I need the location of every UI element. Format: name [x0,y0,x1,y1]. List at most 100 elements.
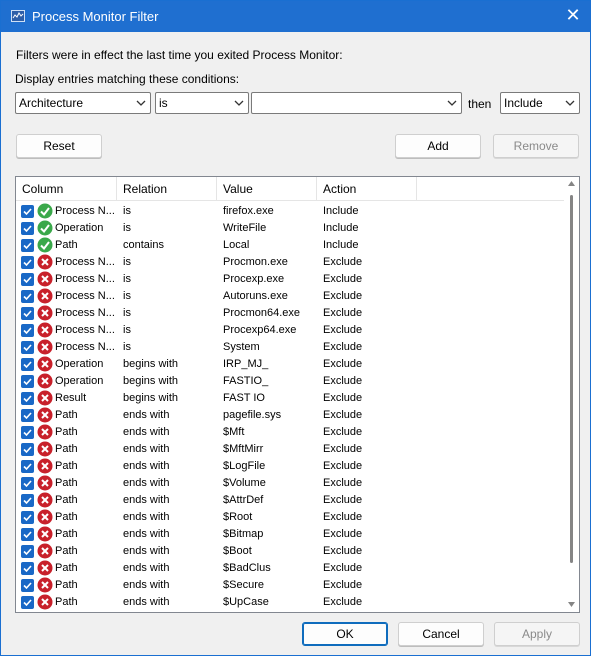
red-x-icon [37,441,53,457]
row-checkbox[interactable] [21,511,34,524]
table-row[interactable]: Process N... is firefox.exe Include [16,203,564,220]
relation-select[interactable]: is [155,92,249,114]
table-row[interactable]: Result begins with FAST IO Exclude [16,390,564,407]
row-checkbox[interactable] [21,443,34,456]
checkmark-icon [23,344,32,352]
table-row[interactable]: Path ends with $Volume Exclude [16,475,564,492]
row-checkbox[interactable] [21,341,34,354]
checkmark-icon [23,599,32,607]
row-column: Operation [55,375,104,387]
column-header-value[interactable]: Value [217,177,317,201]
row-relation: begins with [123,392,179,404]
row-checkbox[interactable] [21,409,34,422]
table-row[interactable]: Path ends with pagefile.sys Exclude [16,407,564,424]
value-combobox[interactable] [251,92,462,114]
row-checkbox[interactable] [21,494,34,507]
table-row[interactable]: Path ends with $BadClus Exclude [16,560,564,577]
cancel-button[interactable]: Cancel [398,622,484,646]
row-action: Exclude [323,528,363,540]
checkmark-icon [23,310,32,318]
table-row[interactable]: Process N... is Procmon.exe Exclude [16,254,564,271]
row-column: Operation [55,222,104,234]
row-relation: ends with [123,596,170,608]
column-header-column[interactable]: Column [16,177,117,201]
row-action: Exclude [323,494,363,506]
row-checkbox[interactable] [21,307,34,320]
close-icon: ✕ [565,5,581,26]
row-value: pagefile.sys [223,409,282,421]
row-checkbox[interactable] [21,460,34,473]
reset-button[interactable]: Reset [16,134,102,158]
filter-rows: Process N... is firefox.exe Include Operatio… [16,203,564,611]
filter-list[interactable]: Column Relation Value Action Process N..… [15,176,580,613]
checkmark-icon [23,514,32,522]
table-row[interactable]: Process N... is Procexp64.exe Exclude [16,322,564,339]
table-row[interactable]: Path ends with $Root Exclude [16,509,564,526]
close-button[interactable]: ✕ [556,1,590,32]
column-header-action[interactable]: Action [317,177,417,201]
checkmark-icon [23,463,32,471]
row-value: $Mft [223,426,245,438]
table-row[interactable]: Operation begins with IRP_MJ_ Exclude [16,356,564,373]
table-row[interactable]: Path ends with $Secure Exclude [16,577,564,594]
add-button[interactable]: Add [395,134,481,158]
table-row[interactable]: Path ends with $AttrDef Exclude [16,492,564,509]
row-checkbox[interactable] [21,239,34,252]
row-column: Path [55,460,78,472]
scroll-up-icon[interactable] [568,181,575,186]
row-value: IRP_MJ_ [223,358,269,370]
row-checkbox[interactable] [21,392,34,405]
red-x-icon [37,305,53,321]
row-relation: ends with [123,579,170,591]
row-column: Path [55,579,78,591]
row-action: Exclude [323,358,363,370]
row-checkbox[interactable] [21,358,34,371]
row-checkbox[interactable] [21,273,34,286]
column-select[interactable]: Architecture [15,92,151,114]
row-relation: ends with [123,460,170,472]
red-x-icon [37,339,53,355]
row-checkbox[interactable] [21,290,34,303]
table-row[interactable]: Path contains Local Include [16,237,564,254]
ok-button[interactable]: OK [302,622,388,646]
table-row[interactable]: Process N... is System Exclude [16,339,564,356]
row-checkbox[interactable] [21,477,34,490]
table-row[interactable]: Operation is WriteFile Include [16,220,564,237]
column-header-relation[interactable]: Relation [117,177,217,201]
row-checkbox[interactable] [21,375,34,388]
remove-button[interactable]: Remove [493,134,579,158]
row-column: Path [55,239,78,251]
table-row[interactable]: Process N... is Autoruns.exe Exclude [16,288,564,305]
row-column: Path [55,528,78,540]
vertical-scrollbar[interactable] [564,177,579,612]
row-checkbox[interactable] [21,205,34,218]
table-row[interactable]: Path ends with $LogFile Exclude [16,458,564,475]
table-row[interactable]: Path ends with $Bitmap Exclude [16,526,564,543]
row-checkbox[interactable] [21,596,34,609]
row-relation: is [123,273,131,285]
table-row[interactable]: Process N... is Procexp.exe Exclude [16,271,564,288]
row-checkbox[interactable] [21,426,34,439]
scroll-down-icon[interactable] [568,602,575,607]
row-checkbox[interactable] [21,562,34,575]
window-title: Process Monitor Filter [32,9,159,24]
row-checkbox[interactable] [21,579,34,592]
row-checkbox[interactable] [21,256,34,269]
table-row[interactable]: Path ends with $Mft Exclude [16,424,564,441]
table-row[interactable]: Operation begins with FASTIO_ Exclude [16,373,564,390]
table-row[interactable]: Path ends with $UpCase Exclude [16,594,564,611]
checkmark-icon [23,293,32,301]
title-bar[interactable]: Process Monitor Filter ✕ [1,1,590,32]
apply-button[interactable]: Apply [494,622,580,646]
row-checkbox[interactable] [21,222,34,235]
scrollbar-thumb[interactable] [570,195,573,563]
row-checkbox[interactable] [21,528,34,541]
row-value: WriteFile [223,222,267,234]
table-row[interactable]: Process N... is Procmon64.exe Exclude [16,305,564,322]
table-row[interactable]: Path ends with $Boot Exclude [16,543,564,560]
row-checkbox[interactable] [21,324,34,337]
action-select[interactable]: Include [500,92,580,114]
row-checkbox[interactable] [21,545,34,558]
table-row[interactable]: Path ends with $MftMirr Exclude [16,441,564,458]
checkmark-icon [23,429,32,437]
